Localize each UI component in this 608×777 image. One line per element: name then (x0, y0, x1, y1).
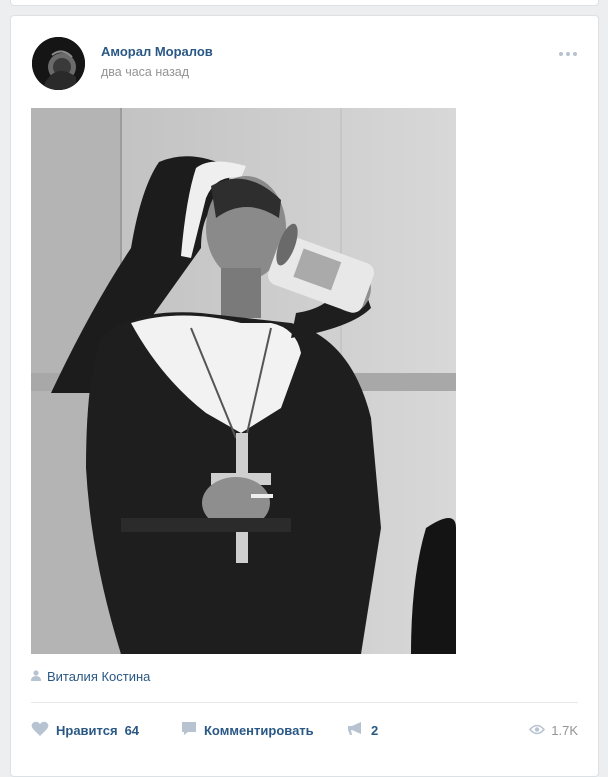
like-label: Нравится (56, 722, 118, 738)
author-avatar[interactable] (32, 37, 85, 90)
previous-post-card (10, 0, 599, 6)
share-count: 2 (371, 722, 379, 738)
eye-icon (529, 723, 546, 738)
comment-button[interactable]: Комментировать (181, 720, 314, 740)
signature-name[interactable]: Виталия Костина (47, 669, 150, 684)
more-dots-icon[interactable] (558, 46, 578, 56)
heart-icon (31, 721, 49, 740)
user-icon (31, 669, 41, 684)
post-photo[interactable] (31, 108, 456, 654)
like-count: 64 (124, 722, 140, 738)
views-count: 1.7K (551, 722, 578, 738)
share-button[interactable]: 2 (347, 720, 378, 740)
views-counter: 1.7K (529, 720, 578, 740)
post-card: Аморал Моралов два часа назад Виталия Ко… (10, 15, 599, 777)
divider (31, 702, 578, 703)
photo-signature[interactable]: Виталия Костина (31, 668, 150, 684)
post-actions: Нравится 64 Комментировать 2 1.7K (31, 720, 578, 740)
megaphone-icon (347, 721, 364, 739)
post-time[interactable]: два часа назад (101, 65, 189, 79)
comment-icon (181, 721, 197, 739)
comment-label: Комментировать (204, 722, 314, 738)
like-button[interactable]: Нравится 64 (31, 720, 139, 740)
author-name[interactable]: Аморал Моралов (101, 44, 213, 59)
